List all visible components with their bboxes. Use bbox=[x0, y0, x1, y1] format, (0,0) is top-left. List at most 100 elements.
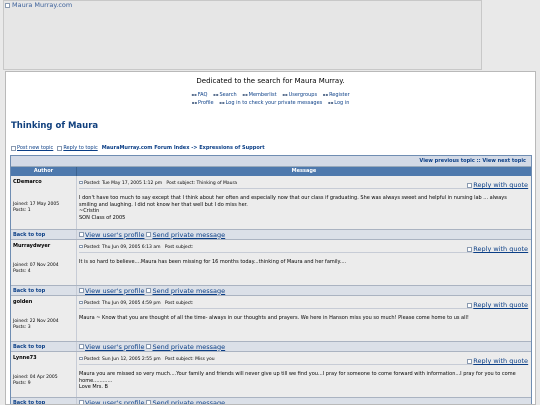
post-date: Posted: Sun Jun 12, 2005 2:55 pm bbox=[84, 357, 161, 362]
usergroups-icon: ▪▪ bbox=[282, 92, 288, 97]
nav-register[interactable]: ▪▪Register bbox=[323, 92, 350, 98]
reply-icon bbox=[57, 145, 63, 151]
topic-title[interactable]: Thinking of Maura bbox=[11, 121, 98, 131]
reply-with-quote-button[interactable]: Reply with quote bbox=[467, 300, 528, 310]
post-author-cell: CDemarco Joined: 17 May 2005 Posts: 1 bbox=[11, 176, 77, 229]
nav-profile[interactable]: ▪▪Profile bbox=[192, 100, 214, 106]
view-profile-button[interactable]: View user's profile bbox=[79, 343, 144, 351]
post-body: I don't have too much to say except that… bbox=[79, 195, 507, 221]
pm-icon bbox=[146, 288, 152, 293]
breadcrumb-arrow: -> bbox=[191, 145, 198, 151]
site-banner[interactable]: Maura Murray.com bbox=[3, 0, 482, 70]
view-profile-button[interactable]: View user's profile bbox=[79, 399, 144, 404]
send-pm-button[interactable]: Send private message bbox=[146, 287, 225, 295]
reply-to-topic-button[interactable]: Reply to topic bbox=[57, 145, 98, 151]
post-row: golden Joined: 22 Nov 2004 Posts: 3 Post… bbox=[11, 296, 531, 342]
post-message-cell: Posted: Thu Jun 09, 2005 6:13 am Post su… bbox=[77, 240, 531, 285]
author-post-count: Posts: 4 bbox=[13, 269, 31, 274]
post-date: Posted: Thu Jun 09, 2005 4:59 pm bbox=[84, 301, 161, 306]
post-author-cell: Lynne73 Joined: 04 Apr 2005 Posts: 9 bbox=[11, 352, 77, 397]
back-to-top-link[interactable]: Back to top bbox=[11, 230, 77, 239]
post-author: Murraydwyer bbox=[13, 243, 51, 249]
profile-icon: ▪▪ bbox=[191, 100, 198, 105]
profile-icon bbox=[79, 232, 84, 237]
breadcrumb-forum[interactable]: Expressions of Support bbox=[199, 145, 264, 151]
nav-private-messages[interactable]: ▪▪Log in to check your private messages bbox=[219, 100, 322, 106]
post-message-cell: Posted: Tue May 17, 2005 1:12 pm Post su… bbox=[77, 176, 531, 229]
back-to-top-link[interactable]: Back to top bbox=[11, 342, 77, 351]
posts-table: View previous topic :: View next topic A… bbox=[10, 155, 532, 404]
post-header: Posted: Sun Jun 12, 2005 2:55 pm Post su… bbox=[79, 355, 529, 365]
post-footer: Back to top View user's profile Send pri… bbox=[11, 342, 531, 352]
author-post-count: Posts: 9 bbox=[13, 381, 31, 386]
reply-with-quote-button[interactable]: Reply with quote bbox=[467, 244, 528, 254]
topic-actions-bar: Post new topic Reply to topic MauraMurra… bbox=[11, 145, 265, 151]
post-author-cell: Murraydwyer Joined: 07 Nov 2004 Posts: 4 bbox=[11, 240, 77, 285]
profile-icon bbox=[79, 344, 84, 349]
banner-image[interactable]: Maura Murray.com bbox=[5, 1, 72, 9]
pm-icon bbox=[146, 232, 152, 237]
page-container: Dedicated to the search for Maura Murray… bbox=[5, 71, 536, 405]
register-icon: ▪▪ bbox=[322, 92, 329, 97]
post-header: Posted: Thu Jun 09, 2005 4:59 pm Post su… bbox=[79, 299, 529, 309]
topic-nav-separator: :: bbox=[476, 158, 481, 164]
back-to-top-link[interactable]: Back to top bbox=[11, 398, 77, 404]
post-footer: Back to top View user's profile Send pri… bbox=[11, 286, 531, 296]
reply-with-quote-button[interactable]: Reply with quote bbox=[467, 180, 528, 190]
post-header: Posted: Tue May 17, 2005 1:12 pm Post su… bbox=[79, 179, 529, 189]
view-profile-button[interactable]: View user's profile bbox=[79, 287, 144, 295]
reply-with-quote-button[interactable]: Reply with quote bbox=[467, 356, 528, 366]
post-author: CDemarco bbox=[13, 179, 42, 185]
quote-icon bbox=[467, 246, 473, 252]
breadcrumb-forum-index[interactable]: MauraMurray.com Forum Index bbox=[102, 145, 190, 151]
post-footer: Back to top View user's profile Send pri… bbox=[11, 398, 531, 404]
post-author: Lynne73 bbox=[13, 355, 37, 361]
nav-faq[interactable]: ▪▪FAQ bbox=[191, 92, 207, 98]
post-row: Murraydwyer Joined: 07 Nov 2004 Posts: 4… bbox=[11, 240, 531, 286]
profile-icon bbox=[79, 288, 84, 293]
login-icon: ▪▪ bbox=[327, 100, 334, 105]
view-profile-button[interactable]: View user's profile bbox=[79, 231, 144, 239]
memberlist-icon: ▪▪ bbox=[242, 92, 248, 97]
send-pm-button[interactable]: Send private message bbox=[146, 231, 225, 239]
post-date: Posted: Thu Jun 09, 2005 6:13 am bbox=[84, 245, 161, 250]
back-to-top-link[interactable]: Back to top bbox=[11, 286, 77, 295]
author-column-header: Author bbox=[11, 167, 77, 176]
quote-icon bbox=[467, 358, 473, 364]
nav-row-1: ▪▪FAQ ▪▪Search ▪▪Memberlist ▪▪Usergroups… bbox=[6, 92, 535, 98]
search-icon: ▪▪ bbox=[213, 92, 219, 97]
quote-icon bbox=[467, 302, 473, 308]
post-row: Lynne73 Joined: 04 Apr 2005 Posts: 9 Pos… bbox=[11, 352, 531, 398]
post-new-topic-icon bbox=[11, 145, 16, 151]
message-column-header: Message bbox=[291, 168, 317, 174]
post-author-cell: golden Joined: 22 Nov 2004 Posts: 3 bbox=[11, 296, 77, 341]
post-subject: Post subject: bbox=[164, 245, 194, 250]
profile-icon bbox=[79, 400, 84, 404]
view-next-topic-link[interactable]: View next topic bbox=[482, 158, 526, 164]
pm-icon bbox=[146, 344, 152, 349]
nav-search[interactable]: ▪▪Search bbox=[213, 92, 237, 98]
post-author: golden bbox=[13, 299, 33, 305]
view-previous-topic-link[interactable]: View previous topic bbox=[419, 158, 474, 164]
author-post-count: Posts: 1 bbox=[13, 208, 31, 213]
banner-alt-text: Maura Murray.com bbox=[12, 1, 73, 9]
post-row: CDemarco Joined: 17 May 2005 Posts: 1 Po… bbox=[11, 176, 531, 230]
messages-icon: ▪▪ bbox=[219, 100, 225, 105]
post-footer: Back to top View user's profile Send pri… bbox=[11, 230, 531, 240]
post-icon bbox=[79, 357, 83, 360]
post-icon bbox=[79, 301, 83, 304]
post-new-topic-button[interactable]: Post new topic bbox=[11, 145, 53, 151]
nav-usergroups[interactable]: ▪▪Usergroups bbox=[282, 92, 317, 98]
send-pm-button[interactable]: Send private message bbox=[146, 343, 225, 351]
send-pm-button[interactable]: Send private message bbox=[146, 399, 225, 404]
post-date: Posted: Tue May 17, 2005 1:12 pm bbox=[84, 181, 163, 186]
post-icon bbox=[79, 245, 83, 248]
nav-login[interactable]: ▪▪Log in bbox=[328, 100, 350, 106]
post-body: Maura you are missed so very much....You… bbox=[79, 371, 516, 390]
nav-memberlist[interactable]: ▪▪Memberlist bbox=[242, 92, 276, 98]
site-description: Dedicated to the search for Maura Murray… bbox=[196, 77, 345, 85]
post-body: It is so hard to believe....Maura has be… bbox=[79, 259, 347, 265]
post-message-cell: Posted: Sun Jun 12, 2005 2:55 pm Post su… bbox=[77, 352, 531, 397]
quote-icon bbox=[467, 182, 473, 188]
broken-image-icon bbox=[5, 2, 10, 8]
